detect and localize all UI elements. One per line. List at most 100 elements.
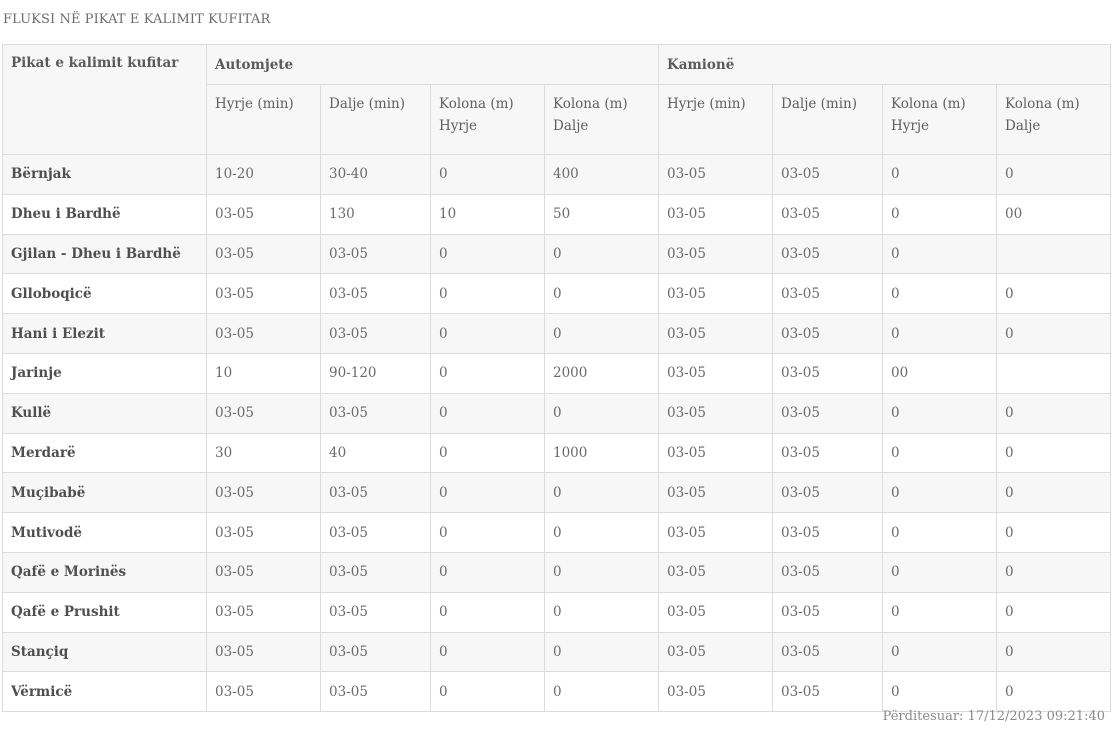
table-cell: 0	[430, 512, 545, 553]
table-cell: 03-05	[658, 512, 773, 553]
table-cell: 50	[544, 193, 659, 235]
last-updated-timestamp: Përditesuar: 17/12/2023 09:21:40	[882, 709, 1105, 724]
crossing-point-name: Hani i Elezit	[2, 313, 207, 354]
table-body: Bërnjak 10-20 30-40 0 400 03-05 03-05 0 0 Dheu i …	[2, 154, 1111, 713]
table-cell: 03-05	[658, 313, 773, 354]
table-row: Vërmicë 03-05 03-05 0 0 03-05 03-05 0 0	[2, 671, 1111, 713]
table-cell: 03-05	[658, 154, 773, 195]
table-cell: 10	[430, 193, 545, 235]
table-cell: 0	[996, 154, 1111, 195]
table-cell: 03-05	[772, 352, 883, 394]
table-cell: 0	[544, 233, 659, 275]
table-cell: 0	[996, 631, 1111, 673]
table-cell: 0	[544, 512, 659, 553]
table-cell: 0	[996, 671, 1111, 713]
table-cell: 03-05	[772, 313, 883, 354]
table-row: Gjilan - Dheu i Bardhë 03-05 03-05 0 0 03-05 0…	[2, 233, 1111, 275]
table-cell: 03-05	[772, 631, 883, 673]
column-header-trucks-exit: Dalje (min)	[772, 84, 883, 155]
table-cell: 0	[544, 631, 659, 673]
table-row: Bërnjak 10-20 30-40 0 400 03-05 03-05 0 0	[2, 154, 1111, 195]
table-cell: 0	[996, 551, 1111, 593]
table-cell: 03-05	[320, 392, 431, 434]
table-cell: 0	[882, 512, 997, 553]
table-cell: 1000	[544, 432, 659, 474]
table-cell: 0	[882, 551, 997, 593]
table-cell: 0	[430, 233, 545, 275]
table-cell: 03-05	[772, 392, 883, 434]
table-cell: 0	[882, 591, 997, 633]
table-cell: 03-05	[320, 512, 431, 553]
table-cell: 03-05	[320, 273, 431, 315]
crossing-point-name: Qafë e Prushit	[2, 591, 207, 633]
border-crossing-flux-table: Pikat e kalimit kufitar Automjete Kamion…	[2, 44, 1111, 713]
table-cell: 03-05	[772, 591, 883, 633]
crossing-point-name: Bërnjak	[2, 154, 207, 195]
table-cell: 0	[544, 392, 659, 434]
table-cell: 0	[430, 472, 545, 514]
table-cell: 0	[430, 313, 545, 354]
table-cell: 03-05	[206, 392, 321, 434]
table-row: Kullë 03-05 03-05 0 0 03-05 03-05 0 0	[2, 392, 1111, 434]
crossing-point-name: Vërmicë	[2, 671, 207, 713]
group-header-vehicles: Automjete	[206, 44, 659, 85]
table-cell: 0	[882, 154, 997, 195]
crossing-point-name: Muçibabë	[2, 472, 207, 514]
table-row: Stançiq 03-05 03-05 0 0 03-05 03-05 0 0	[2, 631, 1111, 673]
table-cell: 03-05	[658, 631, 773, 673]
table-cell: 0	[430, 432, 545, 474]
table-cell: 03-05	[772, 233, 883, 275]
table-cell: 03-05	[206, 551, 321, 593]
table-cell	[996, 352, 1111, 394]
table-cell: 03-05	[320, 472, 431, 514]
column-header-trucks-queue-entry: Kolona (m) Hyrje	[882, 84, 997, 155]
table-cell: 03-05	[320, 671, 431, 713]
table-cell	[996, 233, 1111, 275]
table-cell: 03-05	[772, 273, 883, 315]
crossing-point-name: Glloboqicë	[2, 273, 207, 315]
table-cell: 03-05	[320, 233, 431, 275]
table-cell: 0	[996, 392, 1111, 434]
column-header-vehicles-exit: Dalje (min)	[320, 84, 431, 155]
table-cell: 0	[996, 591, 1111, 633]
table-cell: 0	[430, 671, 545, 713]
table-cell: 00	[882, 352, 997, 394]
table-cell: 0	[430, 154, 545, 195]
table-row: Glloboqicë 03-05 03-05 0 0 03-05 03-05 0 0	[2, 273, 1111, 315]
table-cell: 03-05	[206, 273, 321, 315]
table-cell: 03-05	[658, 233, 773, 275]
table-cell: 0	[544, 313, 659, 354]
table-cell: 30	[206, 432, 321, 474]
table-cell: 0	[882, 631, 997, 673]
table-cell: 30-40	[320, 154, 431, 195]
table-cell: 03-05	[206, 631, 321, 673]
crossing-point-name: Mutivodë	[2, 512, 207, 553]
table-group-header-row: Pikat e kalimit kufitar Automjete Kamion…	[2, 44, 1111, 155]
crossing-point-name: Jarinje	[2, 352, 207, 394]
table-cell: 0	[430, 352, 545, 394]
table-cell: 03-05	[658, 193, 773, 235]
table-cell: 0	[996, 313, 1111, 354]
table-cell: 03-05	[320, 631, 431, 673]
table-cell: 03-05	[658, 392, 773, 434]
table-cell: 0	[996, 512, 1111, 553]
table-cell: 10-20	[206, 154, 321, 195]
table-cell: 0	[430, 631, 545, 673]
table-cell: 0	[882, 273, 997, 315]
table-cell: 03-05	[206, 313, 321, 354]
table-row: Qafë e Prushit 03-05 03-05 0 0 03-05 03-05 0 0	[2, 591, 1111, 633]
page-title: FLUKSI NË PIKAT E KALIMIT KUFITAR	[3, 12, 271, 27]
table-cell: 03-05	[772, 512, 883, 553]
table-cell: 03-05	[320, 591, 431, 633]
table-cell: 03-05	[772, 551, 883, 593]
table-row: Dheu i Bardhë 03-05 130 10 50 03-05 03-05 0 00	[2, 193, 1111, 235]
crossing-point-name: Merdarë	[2, 432, 207, 474]
table-cell: 0	[882, 233, 997, 275]
column-header-trucks-queue-exit: Kolona (m) Dalje	[996, 84, 1111, 155]
table-cell: 03-05	[320, 551, 431, 593]
column-header-crossing-point: Pikat e kalimit kufitar	[2, 44, 207, 155]
table-cell: 03-05	[658, 671, 773, 713]
table-cell: 2000	[544, 352, 659, 394]
table-cell: 0	[430, 392, 545, 434]
table-cell: 0	[544, 472, 659, 514]
